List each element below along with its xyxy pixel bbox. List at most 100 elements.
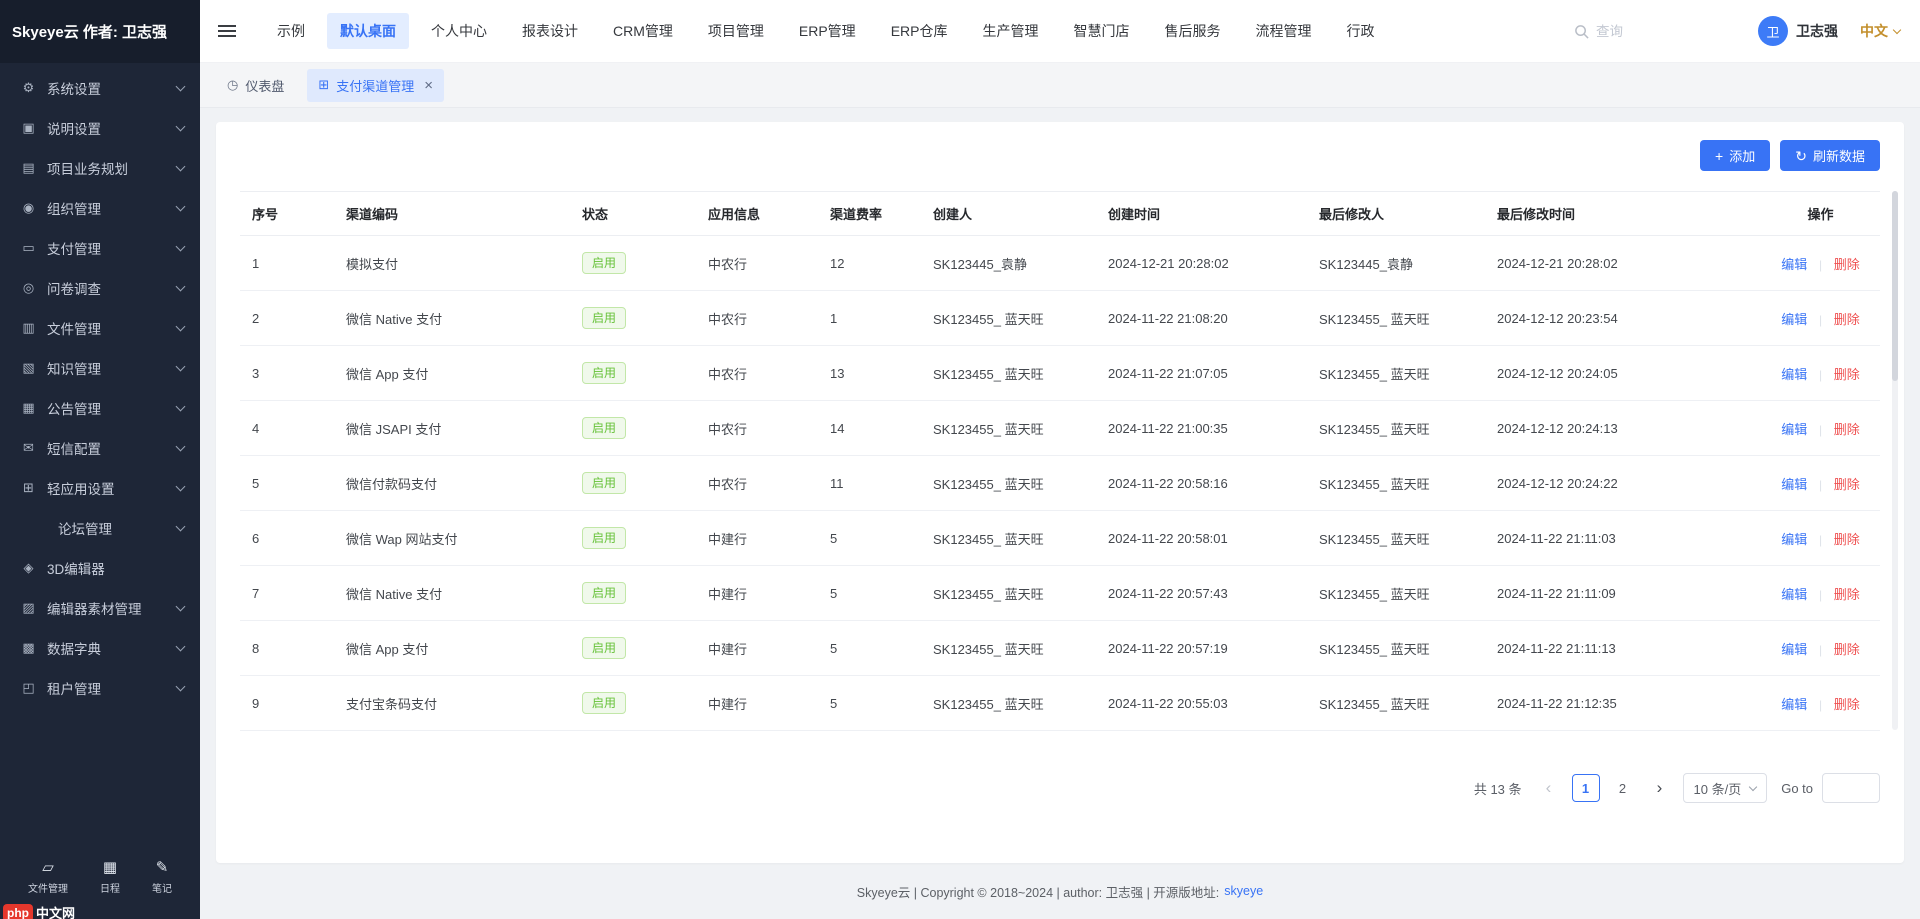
page-number-button[interactable]: 1 <box>1572 774 1600 802</box>
edit-link[interactable]: 编辑 <box>1781 257 1807 272</box>
cell-rate: 5 <box>818 676 921 731</box>
top-nav-item[interactable]: 流程管理 <box>1242 13 1324 49</box>
language-selector[interactable]: 中文 <box>1860 21 1900 41</box>
add-button[interactable]: + 添加 <box>1700 140 1770 171</box>
sidebar-menu-item[interactable]: ◈ 3D编辑器 <box>0 548 200 588</box>
sidebar-menu-item[interactable]: ▨ 编辑器素材管理 <box>0 588 200 628</box>
delete-link[interactable]: 删除 <box>1834 697 1860 712</box>
plus-icon: + <box>1715 149 1723 163</box>
top-nav-item[interactable]: 个人中心 <box>418 13 500 49</box>
sidebar-menu-item[interactable]: ▭ 支付管理 <box>0 228 200 268</box>
grid-icon: ⊞ <box>318 77 329 93</box>
top-nav-item[interactable]: 生产管理 <box>969 13 1051 49</box>
cell-actions: 编辑 | 删除 <box>1757 401 1880 456</box>
edit-link[interactable]: 编辑 <box>1781 477 1807 492</box>
edit-link[interactable]: 编辑 <box>1781 587 1807 602</box>
sidebar-menu-item[interactable]: ⊞ 轻应用设置 <box>0 468 200 508</box>
goto-page-input[interactable] <box>1822 773 1880 803</box>
top-nav-item[interactable]: ERP仓库 <box>878 13 961 49</box>
sidebar-item-label: 组织管理 <box>47 198 101 218</box>
menu-toggle-icon[interactable] <box>218 25 236 37</box>
delete-link[interactable]: 删除 <box>1834 312 1860 327</box>
top-nav-item[interactable]: 行政 <box>1333 13 1387 49</box>
sidebar-menu-item[interactable]: ▣ 说明设置 <box>0 108 200 148</box>
sidebar-item-label: 项目业务规划 <box>47 158 128 178</box>
edit-link[interactable]: 编辑 <box>1781 642 1807 657</box>
cell-app-info: 中建行 <box>696 511 818 566</box>
sidebar-menu-item[interactable]: ◎ 问卷调查 <box>0 268 200 308</box>
sidebar-menu-item[interactable]: ✉ 短信配置 <box>0 428 200 468</box>
cell-index: 8 <box>240 621 334 676</box>
cell-modifier: SK123455_ 蓝天旺 <box>1307 401 1485 456</box>
cell-actions: 编辑 | 删除 <box>1757 676 1880 731</box>
top-nav-item[interactable]: CRM管理 <box>600 13 686 49</box>
table-scrollbar-thumb[interactable] <box>1892 191 1898 381</box>
status-badge: 启用 <box>582 692 626 714</box>
gear-icon: ⚙ <box>20 80 37 96</box>
sidebar-shortcut[interactable]: ✎ 笔记 <box>152 858 172 895</box>
top-nav-item[interactable]: 项目管理 <box>695 13 777 49</box>
sidebar-item-label: 3D编辑器 <box>47 558 105 578</box>
search-input[interactable] <box>1596 24 1746 39</box>
top-nav-item[interactable]: 默认桌面 <box>327 13 409 49</box>
sidebar-menu-item[interactable]: ⚙ 系统设置 <box>0 68 200 108</box>
cell-channel-code: 微信 App 支付 <box>334 621 570 676</box>
edit-link[interactable]: 编辑 <box>1781 532 1807 547</box>
search-icon <box>1574 24 1589 39</box>
cell-modifier: SK123455_ 蓝天旺 <box>1307 456 1485 511</box>
status-badge: 启用 <box>582 527 626 549</box>
sidebar-menu-item[interactable]: ▤ 项目业务规划 <box>0 148 200 188</box>
delete-link[interactable]: 删除 <box>1834 532 1860 547</box>
delete-link[interactable]: 删除 <box>1834 257 1860 272</box>
cell-app-info: 中农行 <box>696 236 818 291</box>
page-size-select[interactable]: 10 条/页 <box>1683 773 1768 803</box>
top-nav-item-label: 流程管理 <box>1255 23 1311 39</box>
footer-link[interactable]: skyeye <box>1224 884 1263 898</box>
delete-link[interactable]: 删除 <box>1834 587 1860 602</box>
cell-app-info: 中农行 <box>696 291 818 346</box>
cell-creator: SK123455_ 蓝天旺 <box>921 291 1096 346</box>
sidebar-menu-item[interactable]: ▥ 文件管理 <box>0 308 200 348</box>
sidebar-menu-item[interactable]: ▩ 数据字典 <box>0 628 200 668</box>
delete-link[interactable]: 删除 <box>1834 642 1860 657</box>
page-tab[interactable]: ◷ 仪表盘 × <box>216 69 295 102</box>
top-nav-item[interactable]: 报表设计 <box>509 13 591 49</box>
search-box[interactable] <box>1574 24 1746 39</box>
edit-link[interactable]: 编辑 <box>1781 367 1807 382</box>
delete-link[interactable]: 删除 <box>1834 367 1860 382</box>
top-nav-item[interactable]: 售后服务 <box>1151 13 1233 49</box>
sidebar-shortcut[interactable]: ▦ 日程 <box>100 858 120 895</box>
prev-page-button[interactable]: ‹ <box>1535 774 1563 802</box>
table-header-row: 序号 渠道编码 状态 应用信息 渠道费率 创建人 <box>240 192 1880 236</box>
project-icon: ▤ <box>20 160 37 176</box>
edit-link[interactable]: 编辑 <box>1781 697 1807 712</box>
sidebar-shortcut[interactable]: ▱ 文件管理 <box>28 858 68 895</box>
sidebar-item-label: 数据字典 <box>47 638 101 658</box>
page-tab[interactable]: ⊞ 支付渠道管理 × <box>307 69 444 102</box>
next-page-button[interactable]: › <box>1646 774 1674 802</box>
close-icon[interactable]: × <box>424 78 433 93</box>
cell-channel-code: 支付宝条码支付 <box>334 676 570 731</box>
sidebar-menu-item[interactable]: ◉ 组织管理 <box>0 188 200 228</box>
sidebar-item-label: 知识管理 <box>47 358 101 378</box>
edit-link[interactable]: 编辑 <box>1781 422 1807 437</box>
page-number-button[interactable]: 2 <box>1609 774 1637 802</box>
top-nav-item[interactable]: 示例 <box>264 13 318 49</box>
delete-link[interactable]: 删除 <box>1834 422 1860 437</box>
cell-created-time: 2024-11-22 21:08:20 <box>1096 291 1307 346</box>
top-nav-item[interactable]: ERP管理 <box>786 13 869 49</box>
cell-actions: 编辑 | 删除 <box>1757 236 1880 291</box>
sidebar-menu-item[interactable]: ▧ 知识管理 <box>0 348 200 388</box>
sidebar-menu-item[interactable]: ▦ 公告管理 <box>0 388 200 428</box>
refresh-button[interactable]: ↻ 刷新数据 <box>1780 140 1880 171</box>
edit-link[interactable]: 编辑 <box>1781 312 1807 327</box>
user-menu[interactable]: 卫 卫志强 <box>1758 16 1838 46</box>
footer: Skyeye云 | Copyright © 2018~2024 | author… <box>216 863 1904 919</box>
sidebar-menu-item[interactable]: ◰ 租户管理 <box>0 668 200 708</box>
cell-modifier: SK123455_ 蓝天旺 <box>1307 621 1485 676</box>
delete-link[interactable]: 删除 <box>1834 477 1860 492</box>
table-row: 2 微信 Native 支付 启用 中农行 1 SK123455_ 蓝天旺 20… <box>240 291 1880 346</box>
table-scrollbar-track <box>1892 191 1898 730</box>
top-nav-item[interactable]: 智慧门店 <box>1060 13 1142 49</box>
sidebar-menu-item[interactable]: 论坛管理 <box>0 508 200 548</box>
